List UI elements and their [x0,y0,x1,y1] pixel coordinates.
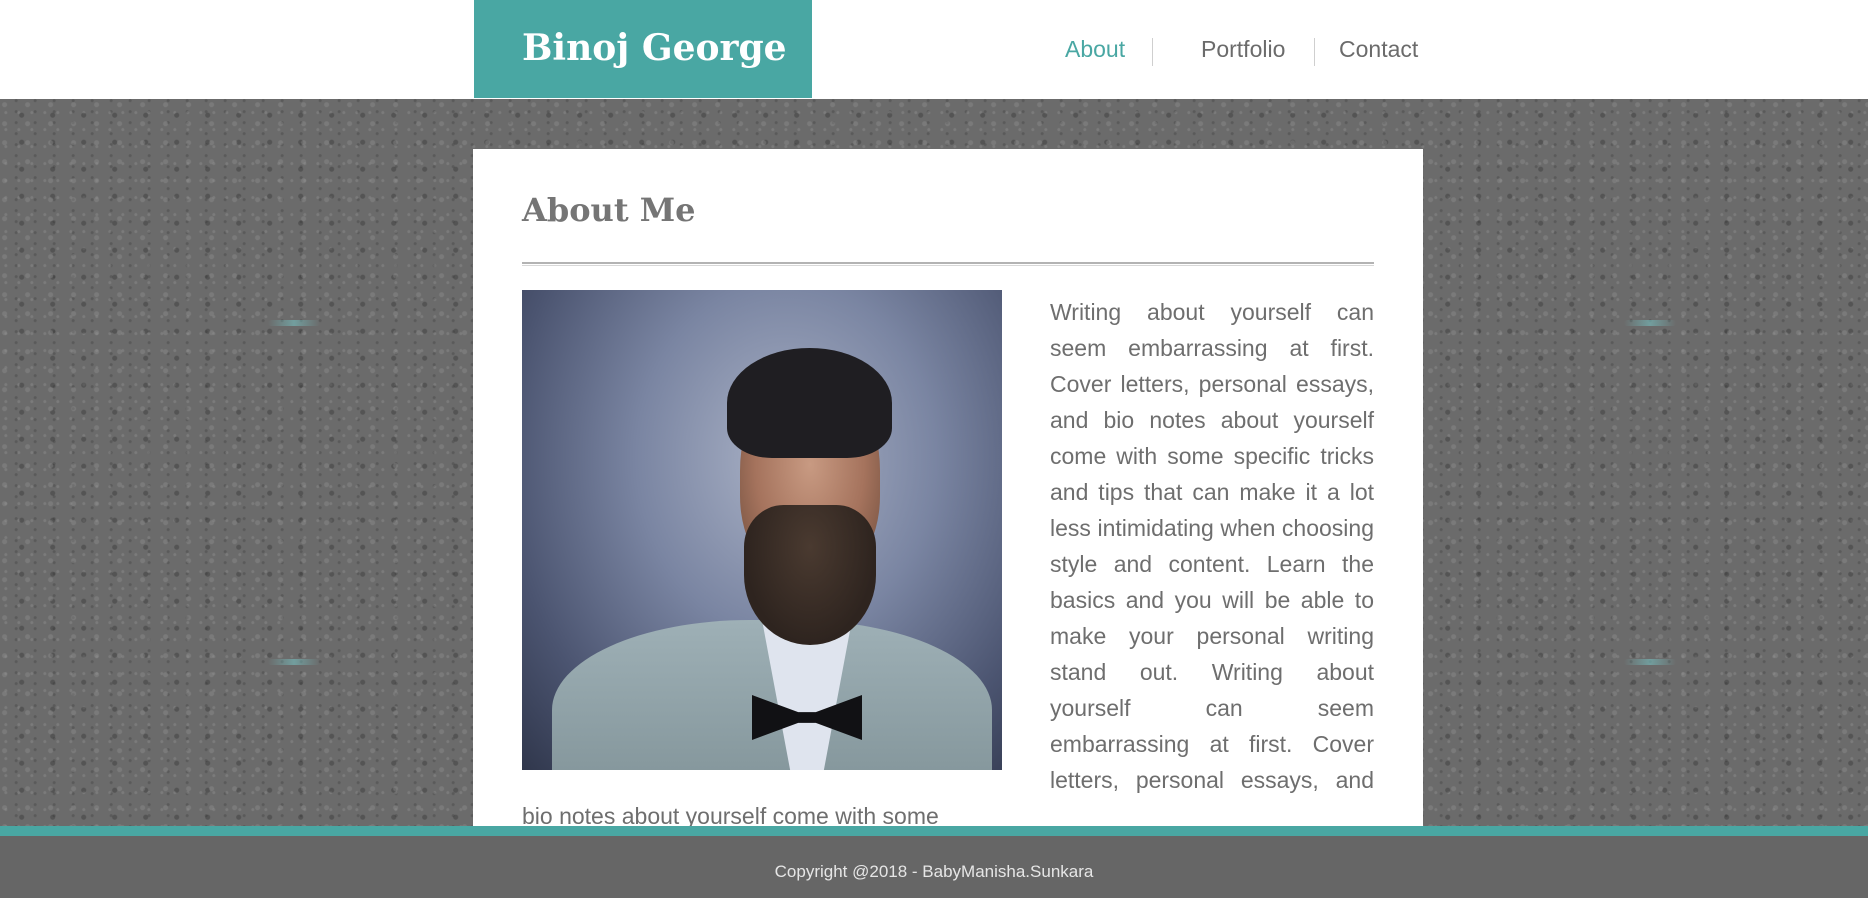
nav-divider [1152,38,1153,66]
nav-about[interactable]: About [1065,36,1125,63]
nav-contact[interactable]: Contact [1339,36,1418,63]
photo-beard [744,505,876,645]
background-glint [268,320,320,326]
about-card: About Me Writing about yourself can seem… [473,149,1423,826]
title-divider [522,262,1374,266]
background-glint [1624,320,1676,326]
page-title: About Me [522,191,696,229]
footer-accent-bar [0,826,1868,836]
profile-photo [522,290,1002,770]
background-glint [1624,659,1676,665]
nav-divider [1314,38,1315,66]
copyright-text: Copyright @2018 - BabyManisha.Sunkara [774,862,1094,881]
site-footer: Copyright @2018 - BabyManisha.Sunkara [0,836,1868,898]
about-content: Writing about yourself can seem embarras… [522,290,1374,826]
photo-hair [727,348,892,458]
nav-portfolio[interactable]: Portfolio [1201,36,1285,63]
site-header: Binoj George About Portfolio Contact [0,0,1868,99]
background-glint [268,659,320,665]
brand-logo[interactable]: Binoj George [474,0,812,98]
